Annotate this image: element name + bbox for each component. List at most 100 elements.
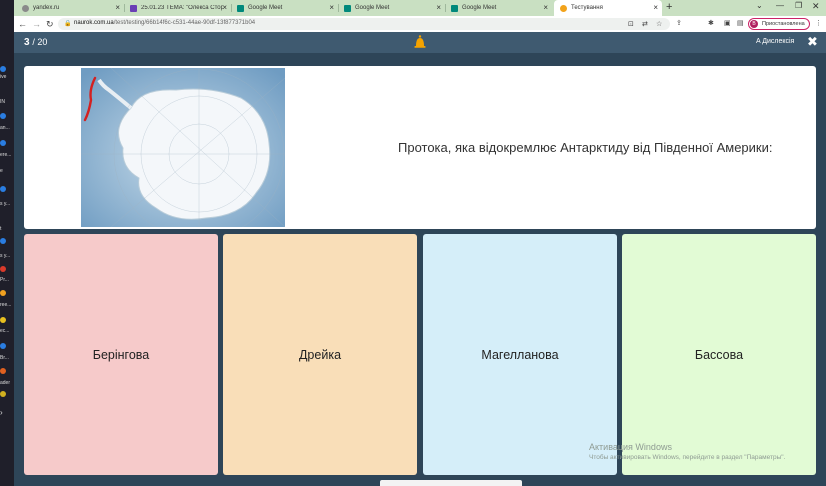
reload-icon[interactable]: ↻ — [46, 18, 54, 30]
url-text: naurok.com.ua/test/testing/66b14f6c-c531… — [74, 20, 255, 26]
desktop-label: ader — [0, 380, 11, 386]
tab-title: yandex.ru — [33, 5, 60, 11]
meet-icon — [237, 4, 244, 12]
share-icon[interactable]: ⇪ — [676, 19, 682, 27]
meet-icon — [344, 4, 351, 12]
install-app-icon[interactable]: ⊡ — [628, 20, 634, 28]
antarctica-map-image — [81, 68, 285, 227]
restore-icon[interactable]: ❐ — [795, 1, 802, 10]
quiz-header: 3 / 20 A Дислексія ✖ — [14, 32, 826, 53]
desktop-label: Pr... — [0, 277, 9, 283]
app-icon[interactable] — [0, 368, 6, 374]
dyslexia-toggle[interactable]: A Дислексія — [756, 38, 794, 45]
current-question: 3 — [24, 37, 30, 48]
tab-google-meet-2[interactable]: Google Meet × — [338, 0, 446, 16]
close-icon[interactable]: × — [222, 3, 227, 12]
desktop-label: t — [0, 226, 2, 232]
tab-testing[interactable]: Тестування × — [554, 0, 662, 16]
profile-status: Приостановлена — [762, 21, 805, 27]
desktop-label: ere... — [0, 152, 12, 158]
app-icon[interactable] — [0, 186, 6, 192]
tab-search-icon[interactable]: ▤ — [737, 19, 744, 27]
tab-title: Google Meet — [355, 5, 390, 11]
bell-icon[interactable] — [414, 35, 426, 49]
answer-label: Берінгова — [92, 347, 150, 362]
extensions-puzzle-icon[interactable]: ✱ — [708, 19, 714, 27]
avatar: В — [750, 20, 758, 28]
translate-icon[interactable]: ⇄ — [642, 20, 648, 28]
app-icon[interactable] — [0, 317, 6, 323]
app-icon[interactable] — [0, 290, 6, 296]
close-icon[interactable]: × — [653, 3, 658, 12]
close-window-icon[interactable]: ✕ — [812, 1, 820, 12]
globe-icon — [22, 4, 29, 12]
desktop-label: ree... — [0, 302, 12, 308]
answer-label: Дрейка — [298, 347, 342, 362]
desktop-label: s y... — [0, 201, 11, 207]
tab-title: Google Meet — [462, 5, 497, 11]
tab-lesson[interactable]: 25.01.23 ТЕМА: "Олекса Сторо... × — [124, 0, 232, 16]
minimize-icon[interactable]: — — [776, 1, 784, 10]
bottom-popup-edge — [380, 480, 522, 486]
watermark-subtitle: Чтобы активировать Windows, перейдите в … — [589, 454, 786, 461]
question-counter: 3 / 20 — [24, 37, 47, 48]
close-icon[interactable]: × — [543, 3, 548, 12]
chevron-down-icon[interactable]: ⌄ — [756, 1, 763, 10]
forward-arrow-icon[interactable]: → — [32, 18, 41, 30]
windows-activation-watermark: Активация Windows Чтобы активировать Win… — [589, 442, 785, 461]
watermark-title: Активация Windows — [589, 442, 672, 452]
tab-google-meet-3[interactable]: Google Meet × — [445, 0, 552, 16]
quiz-stage: Протока, яка відокремлює Антарктиду від … — [14, 53, 826, 486]
answer-label: Магелланова — [481, 347, 559, 362]
desktop-label: ive — [0, 74, 7, 80]
address-bar[interactable]: 🔒 naurok.com.ua/test/testing/66b14f6c-c5… — [58, 18, 670, 30]
more-menu-icon[interactable]: ⋮ — [815, 19, 822, 27]
app-icon[interactable] — [0, 343, 6, 349]
lock-icon[interactable]: 🔒 — [64, 20, 71, 27]
dyslexia-label: Дислексія — [762, 38, 795, 45]
close-icon[interactable]: × — [436, 3, 441, 12]
back-arrow-icon[interactable]: ← — [18, 18, 27, 30]
answer-option-3[interactable]: Магелланова — [423, 234, 617, 475]
tab-strip: yandex.ru × 25.01.23 ТЕМА: "Олекса Сторо… — [14, 0, 826, 16]
app-icon[interactable] — [0, 238, 6, 244]
desktop-label: e — [0, 168, 3, 174]
desktop-label: ec... — [0, 328, 10, 334]
app-icon[interactable] — [0, 113, 6, 119]
url-host: naurok.com.ua — [74, 20, 114, 26]
naurok-icon — [560, 4, 567, 12]
app-icon[interactable] — [0, 140, 6, 146]
desktop-label: Br... — [0, 355, 9, 361]
question-card: Протока, яка відокремлює Антарктиду від … — [24, 66, 816, 229]
meet-icon — [451, 4, 458, 12]
answer-label: Бассова — [694, 347, 744, 362]
question-text: Протока, яка відокремлює Антарктиду від … — [398, 140, 773, 155]
app-icon[interactable] — [0, 266, 6, 272]
navigation-bar: ← → ↻ 🔒 naurok.com.ua/test/testing/66b14… — [14, 16, 826, 32]
desktop-label: an... — [0, 125, 10, 131]
side-panel-icon[interactable]: ▣ — [724, 19, 731, 27]
url-path: /test/testing/66b14f6c-c531-44ae-90df-13… — [113, 20, 256, 26]
close-icon[interactable]: × — [329, 3, 334, 12]
tab-title: Google Meet — [248, 5, 283, 11]
app-icon[interactable] — [0, 66, 6, 72]
desktop-strip: ive IN an... ere... e s y... t s y... Pr… — [0, 0, 14, 486]
profile-button[interactable]: В Приостановлена — [748, 18, 810, 30]
star-icon[interactable]: ☆ — [656, 20, 662, 28]
close-icon[interactable]: × — [115, 3, 120, 12]
app-icon[interactable] — [0, 391, 6, 397]
desktop-label: s y... — [0, 253, 11, 259]
desktop-label: IN — [0, 99, 5, 105]
answer-option-1[interactable]: Берінгова — [24, 234, 218, 475]
browser-window: yandex.ru × 25.01.23 ТЕМА: "Олекса Сторо… — [14, 0, 826, 486]
tab-yandex[interactable]: yandex.ru × — [16, 0, 125, 16]
tab-title: Тестування — [571, 5, 603, 11]
chevron-right-icon[interactable]: › — [0, 408, 3, 417]
new-tab-plus-icon[interactable]: + — [666, 1, 672, 13]
classroom-icon — [130, 4, 137, 12]
tab-google-meet-1[interactable]: Google Meet × — [231, 0, 339, 16]
answer-option-4[interactable]: Бассова — [622, 234, 816, 475]
close-test-icon[interactable]: ✖ — [807, 35, 818, 49]
answer-option-2[interactable]: Дрейка — [223, 234, 417, 475]
tab-title: 25.01.23 ТЕМА: "Олекса Сторо... — [141, 5, 223, 11]
